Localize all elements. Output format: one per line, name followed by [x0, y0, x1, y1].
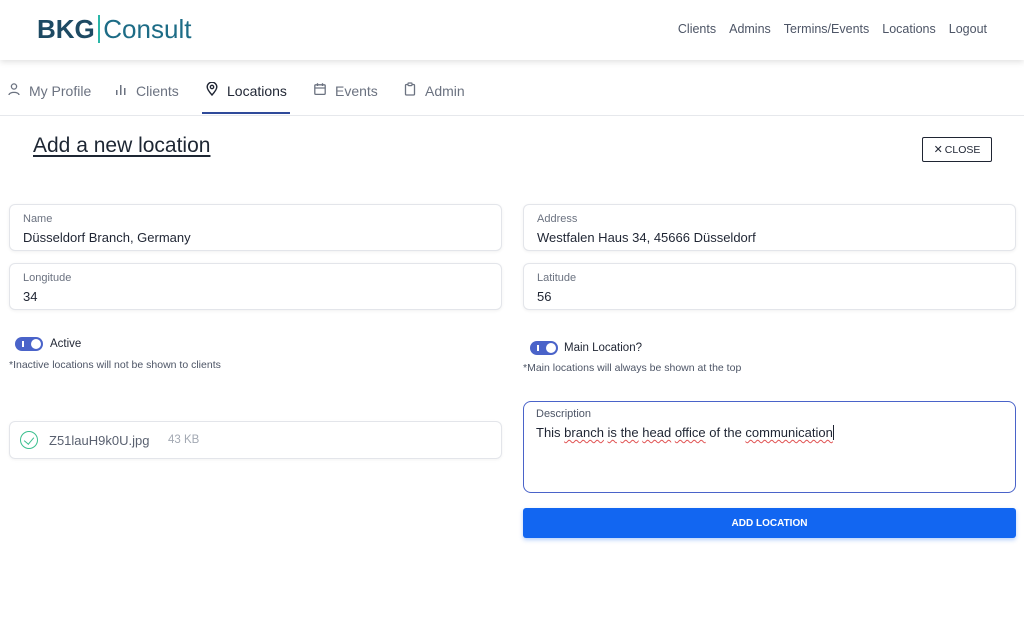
logo-consult: Consult: [103, 14, 192, 44]
description-textarea[interactable]: Description This branch is the head offi…: [523, 401, 1016, 493]
nav-locations[interactable]: Locations: [882, 22, 936, 36]
file-name: Z51lauH9k0U.jpg: [49, 433, 150, 448]
file-size: 43 KB: [168, 434, 200, 446]
address-value: Westfalen Haus 34, 45666 Düsseldorf: [537, 230, 756, 245]
calendar-icon: [313, 82, 327, 99]
address-label: Address: [537, 213, 578, 225]
top-header: BKG Consult Clients Admins Termins/Events…: [0, 0, 1024, 60]
description-label: Description: [536, 408, 592, 420]
longitude-label: Longitude: [23, 272, 72, 284]
tab-label: My Profile: [29, 82, 92, 99]
active-toggle-label: Active: [50, 338, 82, 350]
brand-logo[interactable]: BKG Consult: [37, 14, 191, 45]
user-icon: [7, 82, 21, 99]
active-toggle[interactable]: [15, 337, 43, 351]
add-location-button[interactable]: ADD LOCATION: [523, 508, 1016, 538]
page-title: Add a new location: [33, 134, 211, 157]
bar-chart-icon: [114, 82, 128, 99]
latitude-field[interactable]: Latitude 56: [523, 263, 1016, 310]
location-pin-icon: [205, 81, 219, 99]
close-button[interactable]: ✕ CLOSE: [922, 137, 992, 162]
toggle-on-mark: [537, 345, 539, 351]
uploaded-file-item: Z51lauH9k0U.jpg 43 KB: [9, 421, 502, 459]
active-tab-indicator: [202, 112, 290, 114]
name-field[interactable]: Name Düsseldorf Branch, Germany: [9, 204, 502, 251]
toggle-knob: [546, 343, 556, 353]
top-nav: Clients Admins Termins/Events Locations …: [678, 22, 987, 36]
main-location-hint: *Main locations will always be shown at …: [523, 362, 742, 374]
logo-bkg: BKG: [37, 14, 95, 44]
tab-label: Clients: [136, 82, 179, 99]
main-location-label: Main Location?: [564, 342, 642, 354]
section-tabs: My Profile Clients Locations Events Admi…: [0, 60, 1024, 116]
longitude-field[interactable]: Longitude 34: [9, 263, 502, 310]
clipboard-icon: [403, 82, 417, 99]
tab-label: Admin: [425, 82, 465, 99]
nav-clients[interactable]: Clients: [678, 22, 716, 36]
tab-label: Locations: [227, 82, 287, 99]
text-cursor: [832, 425, 834, 440]
tab-my-profile[interactable]: My Profile: [7, 82, 91, 99]
tab-events[interactable]: Events: [313, 82, 378, 99]
check-circle-icon: [20, 431, 38, 449]
tab-locations[interactable]: Locations: [205, 81, 287, 99]
name-value: Düsseldorf Branch, Germany: [23, 230, 191, 245]
tab-clients[interactable]: Clients: [114, 82, 179, 99]
name-label: Name: [23, 213, 53, 225]
nav-logout[interactable]: Logout: [949, 22, 987, 36]
latitude-label: Latitude: [537, 272, 577, 284]
address-field[interactable]: Address Westfalen Haus 34, 45666 Düsseld…: [523, 204, 1016, 251]
longitude-value: 34: [23, 289, 38, 304]
tab-label: Events: [335, 82, 378, 99]
nav-termins-events[interactable]: Termins/Events: [784, 22, 869, 36]
close-icon: ✕: [933, 144, 943, 156]
nav-admins[interactable]: Admins: [729, 22, 771, 36]
description-value: This branch is the head office of the co…: [536, 425, 834, 440]
logo-divider: [97, 15, 101, 43]
latitude-value: 56: [537, 289, 552, 304]
close-button-label: CLOSE: [944, 143, 981, 156]
toggle-knob: [31, 339, 41, 349]
tab-admin[interactable]: Admin: [403, 82, 465, 99]
active-hint: *Inactive locations will not be shown to…: [9, 359, 221, 371]
toggle-on-mark: [22, 341, 24, 347]
main-location-toggle[interactable]: [530, 341, 558, 355]
